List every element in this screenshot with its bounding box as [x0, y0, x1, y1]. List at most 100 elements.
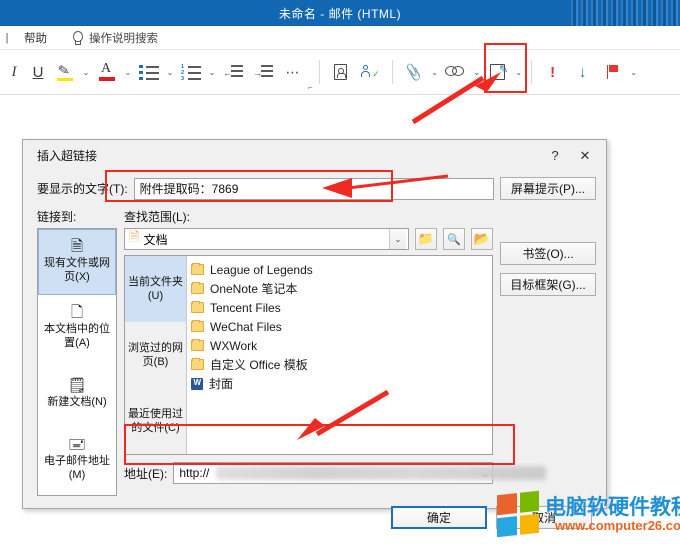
list-item[interactable]: League of Legends — [191, 260, 492, 279]
tell-me-search[interactable]: 操作说明搜索 — [71, 30, 158, 46]
browse-for-file-button[interactable]: 📂 — [471, 228, 493, 250]
check-names-icon: ✓ — [360, 64, 381, 80]
screentip-button[interactable]: 屏幕提示(P)... — [500, 177, 596, 200]
more-formatting-button[interactable]: ⋯ — [278, 57, 308, 87]
follow-up-button[interactable] — [598, 57, 628, 87]
dialog-middle: 链接到: 🗎 现有文件或网页(X) 🗋 本文档中的位置(A) 🗒 新建文档(N)… — [37, 208, 596, 496]
list-item[interactable]: OneNote 笔记本 — [191, 279, 492, 298]
decrease-indent-icon: ← — [223, 64, 243, 80]
link-to-existing-file[interactable]: 🗎 现有文件或网页(X) — [38, 229, 116, 295]
email-address-icon: 🖃 — [68, 436, 86, 454]
text-to-display-row: 要显示的文字(T): 附件提取码：7869 屏幕提示(P)... — [37, 177, 596, 200]
highlight-dropdown-caret[interactable]: ⌄ — [80, 57, 92, 87]
attach-dropdown-caret[interactable]: ⌄ — [429, 57, 441, 87]
bullet-list-icon — [139, 64, 159, 80]
follow-up-flag-icon — [605, 64, 621, 80]
insert-link-icon — [444, 64, 467, 80]
list-item[interactable]: 自定义 Office 模板 — [191, 355, 492, 374]
link-to-place-in-document[interactable]: 🗋 本文档中的位置(A) — [38, 295, 116, 361]
list-item[interactable]: Tencent Files — [191, 298, 492, 317]
font-color-icon: A — [96, 59, 118, 85]
increase-indent-button[interactable]: → — [248, 57, 278, 87]
look-in-label: 查找范围(L): — [124, 209, 191, 224]
browse-file-icon: 📂 — [473, 231, 491, 246]
ribbon-tab-partial[interactable]: | — [0, 32, 14, 44]
ribbon-toolbar: I U ✎ ⌄ A ⌄ ⌄ 1 2 3 ⌄ ← → ⋯ ⌐ ✓ 📎 ⌄ ⌄ ✎ … — [0, 50, 680, 95]
tell-me-label: 操作说明搜索 — [89, 32, 158, 45]
screenshot-root: 未命名 - 邮件 (HTML) | 帮助 操作说明搜索 I U ✎ ⌄ A ⌄ — [0, 0, 680, 547]
look-in-dropdown-arrow[interactable]: ⌄ — [389, 229, 406, 249]
list-item-label: Tencent Files — [210, 300, 281, 315]
windows-logo-icon — [497, 490, 539, 538]
ok-button[interactable]: 确定 — [391, 506, 487, 529]
look-in-row: 查找范围(L): — [124, 208, 493, 224]
create-new-document-icon: 🗒 — [67, 377, 87, 395]
text-highlight-color-button[interactable]: ✎ — [50, 57, 80, 87]
existing-file-icon: 🗎 — [70, 238, 84, 256]
right-button-column: 书签(O)... 目标框架(G)... — [500, 208, 596, 496]
numbering-dropdown-caret[interactable]: ⌄ — [206, 57, 218, 87]
font-color-button[interactable]: A — [92, 57, 122, 87]
high-importance-icon: ! — [550, 63, 556, 81]
browse-the-web-button[interactable]: 🔍 — [443, 228, 465, 250]
list-item[interactable]: WXWork — [191, 336, 492, 355]
low-importance-button[interactable]: ↓ — [568, 57, 598, 87]
browse-web-icon: 🔍 — [447, 233, 461, 246]
link-to-label: 链接到: — [37, 210, 77, 224]
dialog-launcher-icon[interactable]: ⌐ — [308, 83, 313, 92]
toolbar-separator-2 — [391, 60, 393, 84]
signature-button[interactable] — [483, 57, 513, 87]
look-in-combobox[interactable]: 🗎 文档 ⌄ — [124, 228, 409, 250]
decrease-indent-button[interactable]: ← — [218, 57, 248, 87]
scope-recent-files[interactable]: 最近使用过的文件(C) — [125, 388, 186, 454]
underline-button[interactable]: U — [26, 57, 50, 87]
place-in-document-icon: 🗋 — [70, 304, 84, 322]
text-highlight-icon: ✎ — [54, 59, 76, 85]
increase-indent-icon: → — [253, 64, 273, 80]
close-icon[interactable]: ✕ — [570, 143, 600, 169]
link-dropdown-caret[interactable]: ⌄ — [471, 57, 483, 87]
address-input[interactable]: http:// ⌄ — [173, 462, 547, 484]
list-item[interactable]: WeChat Files — [191, 317, 492, 336]
font-color-dropdown-caret[interactable]: ⌄ — [122, 57, 134, 87]
italic-button[interactable]: I — [2, 57, 26, 87]
target-frame-button[interactable]: 目标框架(G)... — [500, 273, 596, 296]
browse-area: 当前文件夹(U) 浏览过的网页(B) 最近使用过的文件(C) League of… — [124, 255, 493, 455]
link-to-email-address[interactable]: 🖃 电子邮件地址(M) — [38, 427, 116, 493]
word-document-icon — [191, 377, 203, 390]
address-book-button[interactable] — [326, 57, 356, 87]
ribbon-tab-help[interactable]: 帮助 — [14, 30, 57, 46]
numbering-button[interactable]: 1 2 3 — [176, 57, 206, 87]
look-in-controls: 🗎 文档 ⌄ 📁 🔍 📂 — [124, 228, 493, 250]
insert-hyperlink-dialog: 插入超链接 ? ✕ 要显示的文字(T): 附件提取码：7869 屏幕提示(P).… — [22, 139, 607, 529]
high-importance-button[interactable]: ! — [538, 57, 568, 87]
follow-up-dropdown-caret[interactable]: ⌄ — [628, 57, 640, 87]
folder-icon — [191, 357, 204, 370]
list-item-label: WXWork — [210, 338, 258, 353]
link-to-column: 链接到: 🗎 现有文件或网页(X) 🗋 本文档中的位置(A) 🗒 新建文档(N)… — [37, 208, 117, 496]
help-button[interactable]: ? — [540, 143, 570, 169]
bullets-button[interactable] — [134, 57, 164, 87]
signature-dropdown-caret[interactable]: ⌄ — [513, 57, 525, 87]
bookmark-button[interactable]: 书签(O)... — [500, 242, 596, 265]
scope-browsed-pages[interactable]: 浏览过的网页(B) — [125, 322, 186, 388]
bullets-dropdown-caret[interactable]: ⌄ — [164, 57, 176, 87]
watermark-title: 电脑软硬件教程网 — [545, 496, 680, 519]
dialog-title-bar: 插入超链接 ? ✕ — [23, 140, 606, 171]
text-to-display-label: 要显示的文字(T): — [37, 182, 128, 196]
link-to-new-document[interactable]: 🗒 新建文档(N) — [38, 361, 116, 427]
file-list[interactable]: League of Legends OneNote 笔记本 Tencent Fi… — [187, 256, 492, 454]
link-to-place-label: 本文档中的位置(A) — [44, 323, 110, 349]
title-bar-pattern — [568, 0, 680, 26]
check-names-button[interactable]: ✓ — [356, 57, 386, 87]
lightbulb-icon — [71, 30, 83, 45]
scope-current-folder[interactable]: 当前文件夹(U) — [125, 256, 186, 322]
attach-file-button[interactable]: 📎 — [399, 57, 429, 87]
insert-link-button[interactable] — [441, 57, 471, 87]
up-folder-icon: 📁 — [417, 231, 435, 246]
up-one-folder-button[interactable]: 📁 — [415, 228, 437, 250]
text-to-display-input[interactable]: 附件提取码：7869 — [133, 177, 494, 200]
folder-icon — [191, 262, 204, 275]
list-item[interactable]: 封面 — [191, 374, 492, 393]
